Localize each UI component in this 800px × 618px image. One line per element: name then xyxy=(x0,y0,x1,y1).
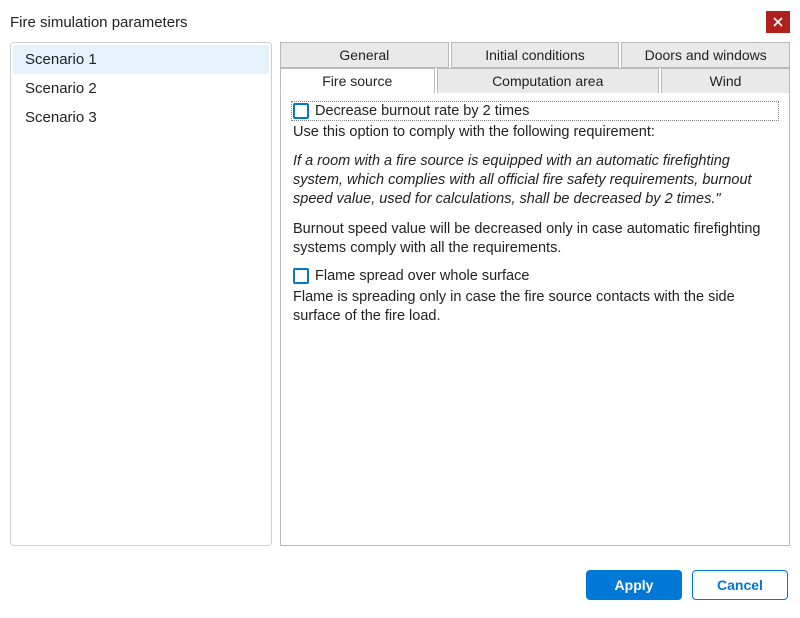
sidebar-item-label: Scenario 3 xyxy=(25,109,97,126)
cancel-button[interactable]: Cancel xyxy=(692,570,788,600)
sidebar-item-scenario-3[interactable]: Scenario 3 xyxy=(13,103,269,132)
window-title: Fire simulation parameters xyxy=(10,14,188,31)
sidebar-item-scenario-2[interactable]: Scenario 2 xyxy=(13,74,269,103)
decrease-intro-text: Use this option to comply with the follo… xyxy=(293,123,777,142)
flame-note-text: Flame is spreading only in case the fire… xyxy=(293,288,777,326)
tab-computation-area[interactable]: Computation area xyxy=(437,68,659,94)
tab-fire-source[interactable]: Fire source xyxy=(280,68,435,94)
tab-container: General Initial conditions Doors and win… xyxy=(280,42,790,546)
sidebar-item-label: Scenario 1 xyxy=(25,51,97,68)
sidebar-item-scenario-1[interactable]: Scenario 1 xyxy=(13,45,269,74)
flame-spread-label: Flame spread over whole surface xyxy=(315,268,529,284)
decrease-burnout-label: Decrease burnout rate by 2 times xyxy=(315,103,529,119)
flame-spread-checkbox[interactable]: Flame spread over whole surface xyxy=(293,268,777,284)
tab-doors-and-windows[interactable]: Doors and windows xyxy=(621,42,790,68)
close-button[interactable] xyxy=(766,11,790,33)
decrease-quote-text: If a room with a fire source is equipped… xyxy=(293,152,777,209)
tab-general[interactable]: General xyxy=(280,42,449,68)
scenario-list: Scenario 1 Scenario 2 Scenario 3 xyxy=(10,42,272,546)
decrease-burnout-checkbox[interactable]: Decrease burnout rate by 2 times xyxy=(293,103,777,119)
close-icon xyxy=(773,15,783,30)
tab-initial-conditions[interactable]: Initial conditions xyxy=(451,42,620,68)
sidebar-item-label: Scenario 2 xyxy=(25,80,97,97)
tabpage-fire-source: Decrease burnout rate by 2 times Use thi… xyxy=(280,93,790,546)
tab-wind[interactable]: Wind xyxy=(661,68,790,94)
checkbox-icon xyxy=(293,103,309,119)
apply-button[interactable]: Apply xyxy=(586,570,682,600)
checkbox-icon xyxy=(293,268,309,284)
decrease-note-text: Burnout speed value will be decreased on… xyxy=(293,220,777,258)
